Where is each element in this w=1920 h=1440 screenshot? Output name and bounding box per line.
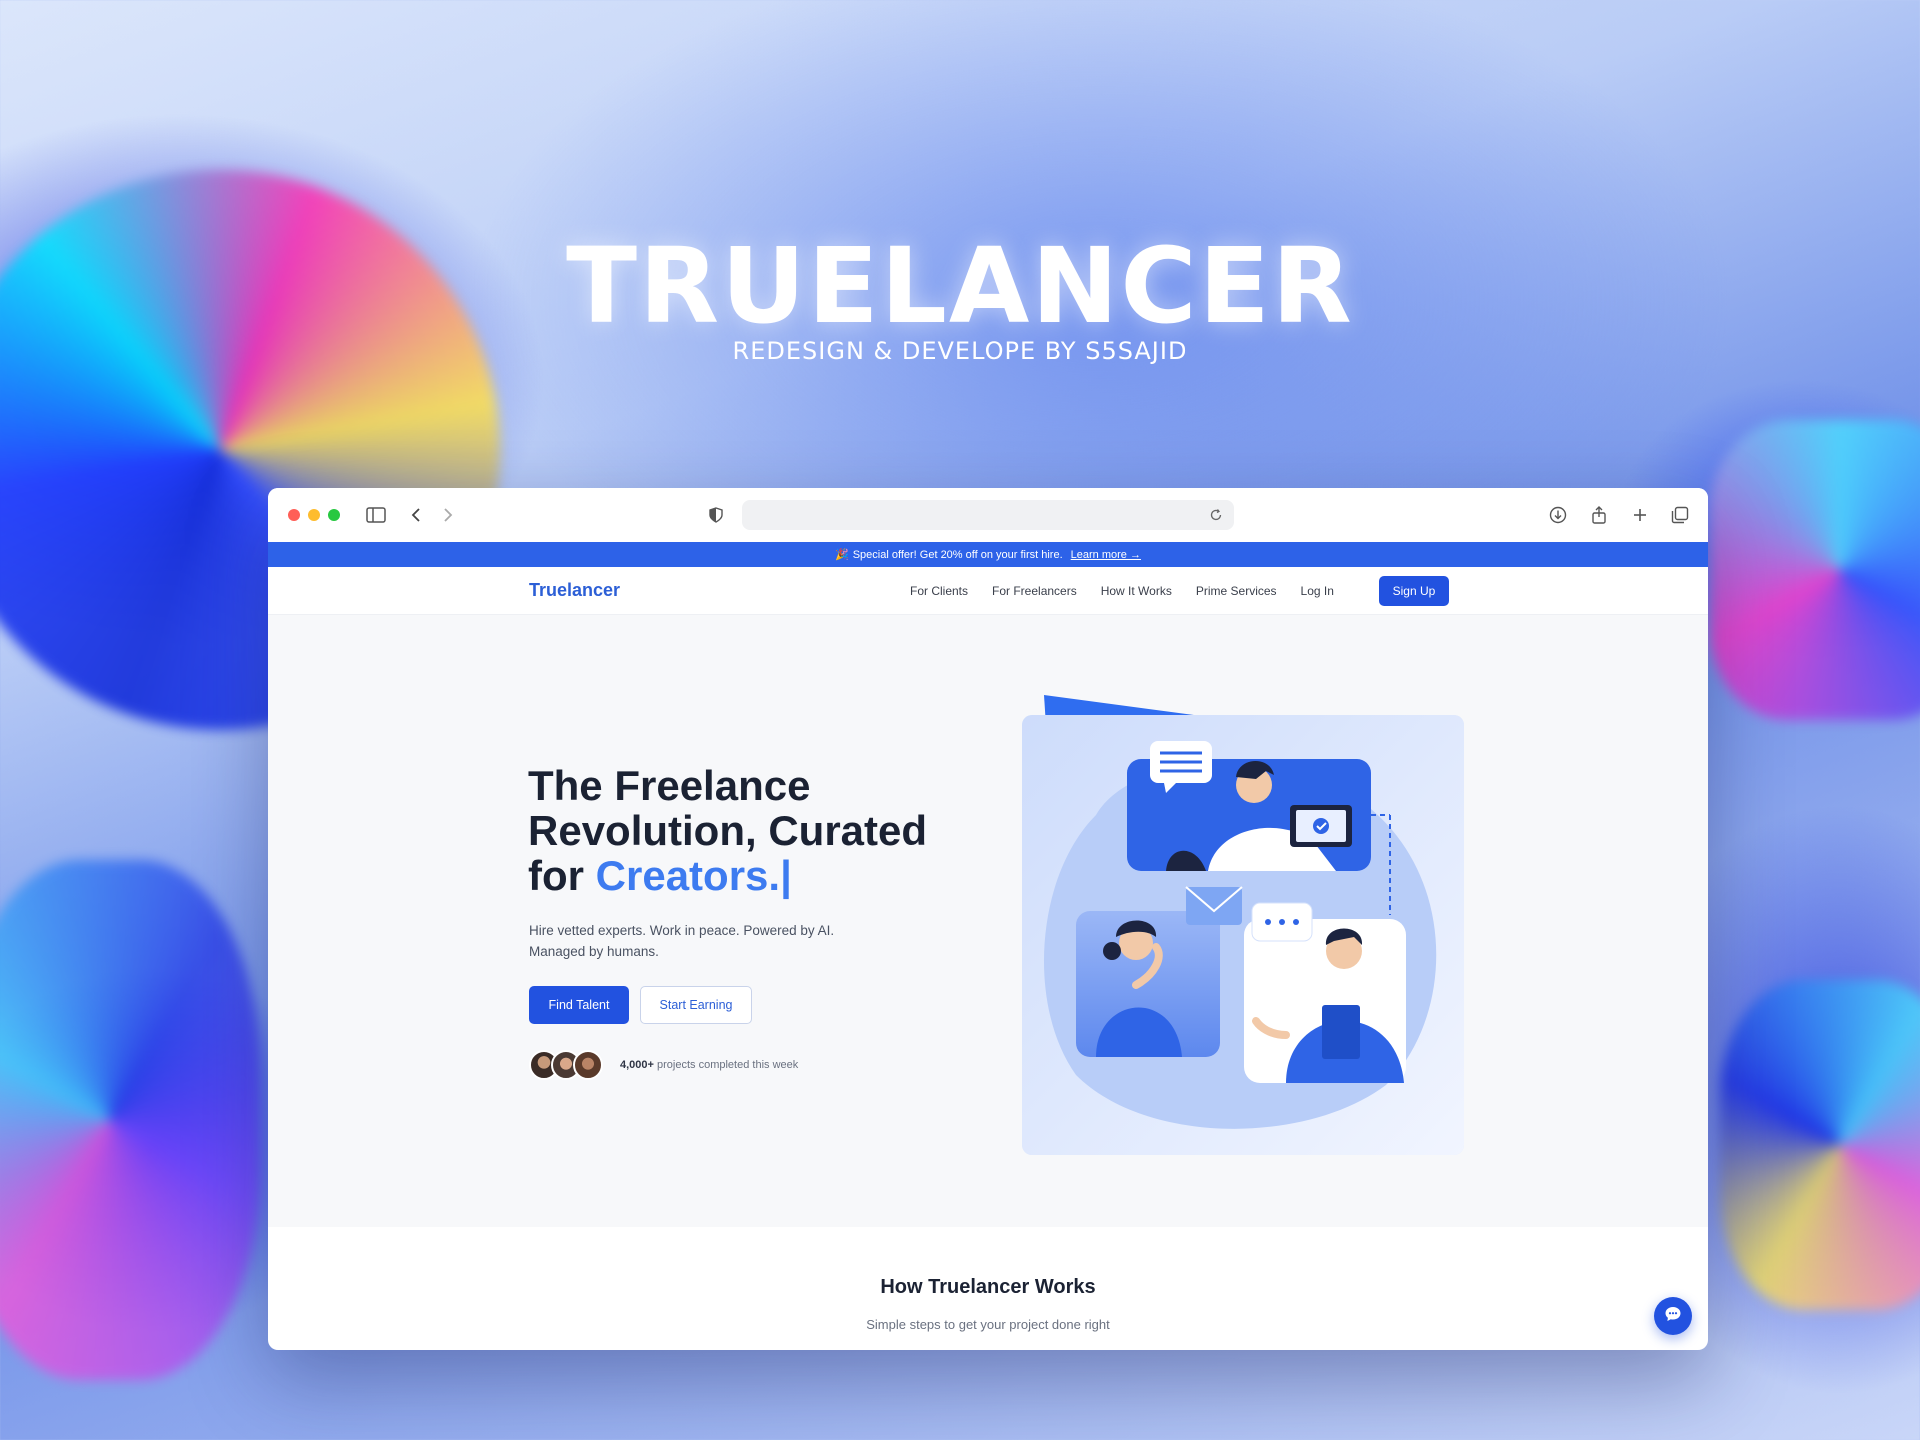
description-line: Hire vetted experts. Work in peace. Powe… xyxy=(529,923,835,938)
sign-up-button[interactable]: Sign Up xyxy=(1379,576,1449,606)
sidebar-icon[interactable] xyxy=(364,503,388,527)
headline-line: Revolution, Curated xyxy=(528,807,928,854)
description-line: Managed by humans. xyxy=(529,944,659,959)
site-navbar: Truelancer For Clients For Freelancers H… xyxy=(268,567,1708,615)
forward-icon[interactable] xyxy=(436,503,460,527)
new-tab-icon[interactable] xyxy=(1628,503,1652,527)
showcase-title: TRUELANCER xyxy=(566,225,1354,347)
close-window-button[interactable] xyxy=(288,509,300,521)
find-talent-button[interactable]: Find Talent xyxy=(529,986,629,1024)
promo-banner: 🎉 Special offer! Get 20% off on your fir… xyxy=(268,542,1708,567)
nav-link-prime-services[interactable]: Prime Services xyxy=(1196,584,1277,598)
learn-more-link[interactable]: Learn more → xyxy=(1071,549,1141,561)
nav-link-for-clients[interactable]: For Clients xyxy=(910,584,968,598)
tabs-icon[interactable] xyxy=(1668,503,1692,527)
avatar-group xyxy=(529,1050,603,1080)
address-bar[interactable] xyxy=(742,500,1234,530)
minimize-window-button[interactable] xyxy=(308,509,320,521)
nav-link-log-in[interactable]: Log In xyxy=(1301,584,1334,598)
promo-text: Special offer! Get 20% off on your first… xyxy=(852,548,1063,561)
share-icon[interactable] xyxy=(1587,503,1611,527)
chat-icon xyxy=(1664,1305,1682,1328)
social-proof: 4,000+ projects completed this week xyxy=(620,1059,798,1071)
back-icon[interactable] xyxy=(404,503,428,527)
headline-accent: Creators.| xyxy=(595,852,792,899)
hero-description: Hire vetted experts. Work in peace. Powe… xyxy=(529,920,889,962)
headline-line: for xyxy=(528,852,596,899)
site-logo[interactable]: Truelancer xyxy=(529,580,620,601)
nav-link-how-it-works[interactable]: How It Works xyxy=(1101,584,1172,598)
proof-count: 4,000+ xyxy=(620,1059,654,1071)
avatar xyxy=(573,1050,603,1080)
nav-link-for-freelancers[interactable]: For Freelancers xyxy=(992,584,1077,598)
decor-blob xyxy=(1720,980,1920,1310)
download-icon[interactable] xyxy=(1546,503,1570,527)
how-it-works-subtitle: Simple steps to get your project done ri… xyxy=(866,1317,1110,1332)
nav-links: For Clients For Freelancers How It Works… xyxy=(910,584,1334,598)
hero-headline: The Freelance Revolution, Curated for Cr… xyxy=(528,763,968,898)
showcase-subtitle: REDESIGN & DEVELOPE BY S5SAJID xyxy=(732,337,1188,365)
proof-text: projects completed this week xyxy=(653,1059,799,1071)
maximize-window-button[interactable] xyxy=(328,509,340,521)
hero-section: The Freelance Revolution, Curated for Cr… xyxy=(268,615,1708,1227)
party-icon: 🎉 xyxy=(835,549,849,561)
reload-icon[interactable] xyxy=(1204,503,1228,527)
hero-illustration xyxy=(1022,695,1464,1155)
shield-icon[interactable] xyxy=(704,503,728,527)
how-it-works-title: How Truelancer Works xyxy=(880,1276,1096,1298)
browser-window: 🎉 Special offer! Get 20% off on your fir… xyxy=(268,488,1708,1350)
chat-button[interactable] xyxy=(1654,1297,1692,1335)
browser-toolbar xyxy=(268,488,1708,542)
start-earning-button[interactable]: Start Earning xyxy=(640,986,752,1024)
headline-line: The Freelance xyxy=(528,762,811,809)
decor-blob xyxy=(0,860,260,1380)
decor-blob xyxy=(1710,420,1920,720)
